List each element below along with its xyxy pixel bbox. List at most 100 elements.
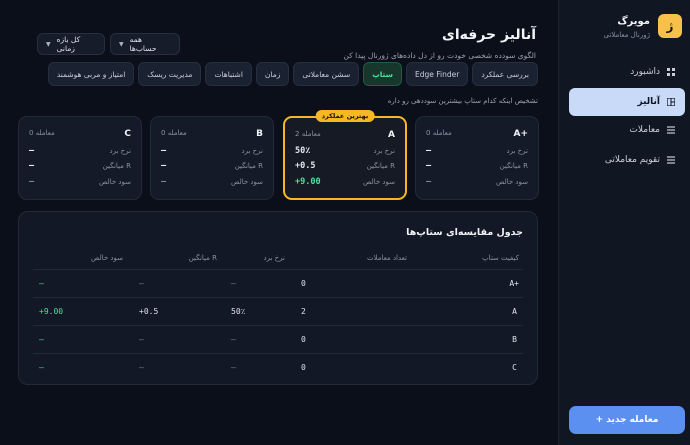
- count-cell: 0: [301, 335, 306, 344]
- table-row: A 2 50٪ +0.5 +9.00: [33, 297, 523, 325]
- avg-r-value: —: [161, 161, 167, 171]
- trade-count: 0 معامله: [161, 129, 187, 137]
- page-title: آنالیز حرفه‌ای: [442, 27, 536, 43]
- win-rate-cell: —: [231, 279, 236, 288]
- new-trade-button[interactable]: + معامله جدید: [569, 406, 685, 434]
- win-rate-cell: —: [231, 363, 236, 372]
- net-profit-value: —: [426, 177, 432, 187]
- win-rate-value: 50٪: [295, 146, 311, 156]
- setup-card-b: B 0 معامله نرخ برد — میانگین R — سود خال…: [150, 116, 274, 200]
- win-rate-cell: 50٪: [231, 307, 246, 316]
- sidebar-item-analysis[interactable]: آنالیز: [569, 88, 685, 116]
- count-cell: 0: [301, 363, 306, 372]
- sidebar: ژ مویرگ ژورنال معاملاتی داشبورد آنالیز م…: [558, 0, 690, 445]
- net-profit-label: سود خالص: [496, 178, 528, 186]
- tab-edge-finder[interactable]: Edge Finder: [405, 62, 469, 86]
- win-rate-label: نرخ برد: [373, 147, 395, 155]
- brand-name: مویرگ: [617, 16, 650, 27]
- win-rate-cell: —: [231, 335, 236, 344]
- setup-cell: B: [512, 335, 517, 344]
- setup-cell: A: [512, 307, 517, 316]
- tab-coach[interactable]: امتیاز و مربی هوشمند: [47, 62, 135, 86]
- main-content: آنالیز حرفه‌ای الگوی سودده شخصی خودت رو …: [0, 0, 558, 445]
- win-rate-value: —: [426, 146, 432, 156]
- column-header: کیفیت ستاپ: [482, 254, 519, 262]
- avg-r-value: +0.5: [295, 161, 316, 171]
- win-rate-label: نرخ برد: [241, 147, 263, 155]
- win-rate-label: نرخ برد: [109, 147, 131, 155]
- avg-r-label: میانگین R: [366, 162, 395, 170]
- net-profit-value: —: [161, 177, 167, 187]
- tab-time[interactable]: زمان: [255, 62, 290, 86]
- net-profit-cell: —: [39, 335, 44, 344]
- setup-card-c: C 0 معامله نرخ برد — میانگین R — سود خال…: [18, 116, 142, 200]
- sidebar-item-label: آنالیز: [637, 97, 661, 107]
- setup-name: B: [256, 129, 263, 139]
- sidebar-item-calendar[interactable]: تقویم معاملاتی: [569, 148, 685, 172]
- page-subtitle: الگوی سودده شخصی خودت رو از دل داده‌های …: [343, 51, 536, 60]
- table-row: A+ 0 — — —: [33, 269, 523, 297]
- table-row: C 0 — — —: [33, 353, 523, 381]
- chevron-down-icon: ▼: [119, 40, 124, 48]
- table-title: جدول مقایسه‌ای ستاپ‌ها: [406, 227, 523, 238]
- dashboard-icon: [667, 68, 675, 76]
- count-cell: 0: [301, 279, 306, 288]
- trade-count: 0 معامله: [29, 129, 55, 137]
- avg-r-label: میانگین R: [102, 162, 131, 170]
- setup-cell: A+: [509, 279, 519, 288]
- calendar-icon: [667, 156, 675, 164]
- avg-r-label: میانگین R: [234, 162, 263, 170]
- net-profit-label: سود خالص: [231, 178, 263, 186]
- win-rate-value: —: [29, 146, 35, 156]
- avg-r-value: —: [29, 161, 35, 171]
- period-filter-label: کل بازه زمانی: [56, 35, 81, 53]
- tab-setup[interactable]: ستاپ: [363, 62, 402, 86]
- sidebar-item-trades[interactable]: معاملات: [569, 118, 685, 142]
- net-profit-cell: +9.00: [39, 307, 64, 316]
- avg-r-label: میانگین R: [499, 162, 528, 170]
- sidebar-item-label: تقویم معاملاتی: [604, 155, 660, 165]
- period-filter[interactable]: ▼ کل بازه زمانی: [37, 33, 105, 55]
- net-profit-value: +9.00: [295, 177, 321, 187]
- tab-session[interactable]: سشن معاملاتی: [293, 62, 360, 86]
- setup-card-a: بهترین عملکرد A 2 معامله نرخ برد 50٪ میا…: [283, 110, 407, 200]
- avg-r-cell: +0.5: [139, 307, 159, 316]
- tab-mistakes[interactable]: اشتباهات: [205, 62, 252, 86]
- avg-r-cell: —: [139, 279, 144, 288]
- accounts-filter-label: همه حساب‌ها: [129, 35, 157, 53]
- table-row: B 0 — — —: [33, 325, 523, 353]
- tab-risk[interactable]: مدیریت ریسک: [138, 62, 202, 86]
- setup-comparison-table: جدول مقایسه‌ای ستاپ‌ها کیفیت ستاپ تعداد …: [18, 211, 538, 385]
- setup-name: C: [124, 129, 131, 139]
- net-profit-label: سود خالص: [363, 178, 395, 186]
- avg-r-value: —: [426, 161, 432, 171]
- chevron-down-icon: ▼: [46, 40, 51, 48]
- tab-performance[interactable]: بررسی عملکرد: [472, 62, 538, 86]
- sidebar-item-dashboard[interactable]: داشبورد: [569, 60, 685, 84]
- column-header: میانگین R: [188, 254, 217, 262]
- analysis-tabs: بررسی عملکرد Edge Finder ستاپ سشن معاملا…: [47, 62, 538, 86]
- analysis-icon: [667, 98, 675, 106]
- win-rate-label: نرخ برد: [506, 147, 528, 155]
- net-profit-cell: —: [39, 279, 44, 288]
- net-profit-cell: —: [39, 363, 44, 372]
- setup-name: A: [388, 130, 395, 140]
- sidebar-item-label: داشبورد: [630, 67, 660, 77]
- best-performance-badge: بهترین عملکرد: [315, 110, 375, 122]
- net-profit-value: —: [29, 177, 35, 187]
- column-header: نرخ برد: [263, 254, 285, 262]
- setup-card-a-plus: A+ 0 معامله نرخ برد — میانگین R — سود خا…: [415, 116, 539, 200]
- setup-name: A+: [513, 129, 528, 139]
- net-profit-label: سود خالص: [99, 178, 131, 186]
- brand: ژ مویرگ ژورنال معاملاتی: [566, 14, 682, 44]
- column-header: تعداد معاملات: [366, 254, 407, 262]
- count-cell: 2: [301, 307, 306, 316]
- avg-r-cell: —: [139, 335, 144, 344]
- win-rate-value: —: [161, 146, 167, 156]
- avg-r-cell: —: [139, 363, 144, 372]
- column-header: سود خالص: [91, 254, 123, 262]
- trade-count: 0 معامله: [426, 129, 452, 137]
- trade-count: 2 معامله: [295, 130, 321, 138]
- accounts-filter[interactable]: ▼ همه حساب‌ها: [110, 33, 180, 55]
- trades-icon: [667, 126, 675, 134]
